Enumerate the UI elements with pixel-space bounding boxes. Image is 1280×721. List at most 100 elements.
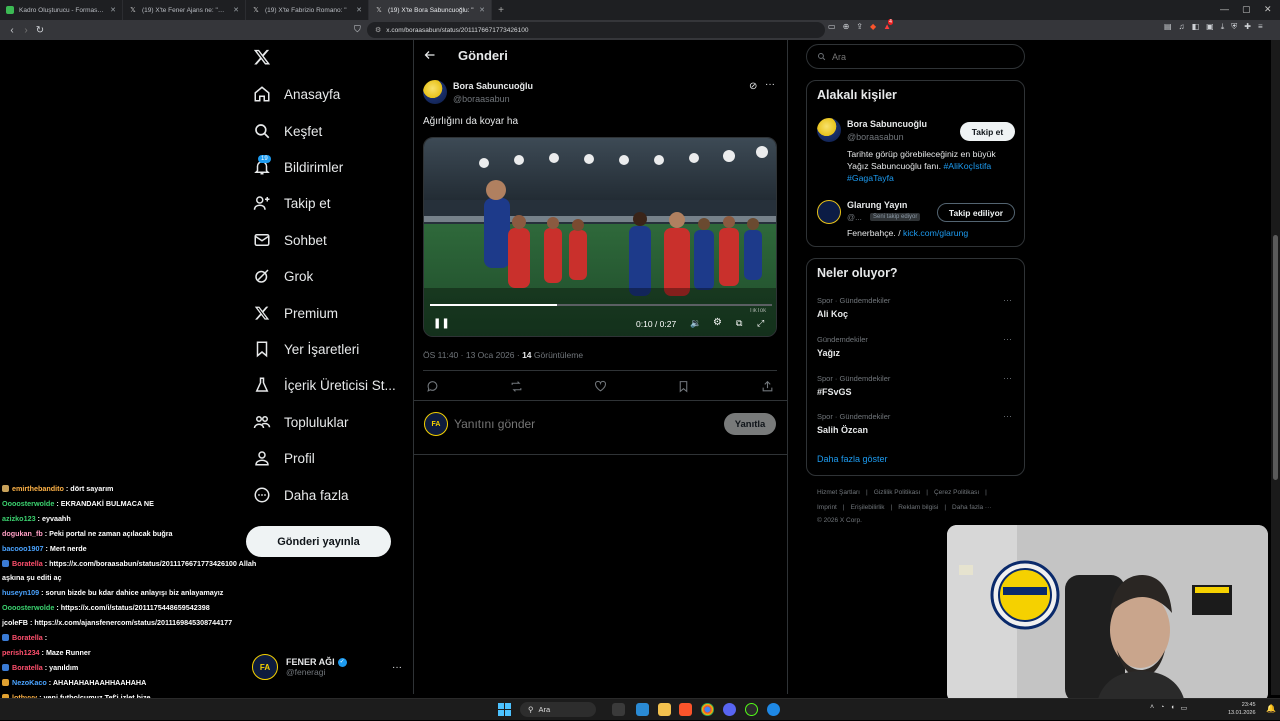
sidebar-item-messages[interactable]: Sohbet (252, 226, 327, 254)
trend-item[interactable]: Spor · Gündemdekiler Ali Koç (817, 296, 1017, 319)
sidebar-icon[interactable]: ▤ (1164, 22, 1172, 32)
forward-icon[interactable]: › (19, 23, 33, 37)
volume-icon[interactable]: ◖ (1170, 704, 1174, 712)
footer-link[interactable]: Gizlilik Politikası (874, 489, 921, 496)
discord-icon[interactable] (723, 703, 736, 716)
related-person-name[interactable]: Glarung Yayın (847, 200, 907, 210)
address-bar[interactable]: ⚙ x.com/boraasabun/status/20111766717734… (367, 22, 825, 38)
repost-icon[interactable] (510, 380, 523, 398)
follow-button[interactable]: Takip et (960, 122, 1015, 141)
chevron-up-icon[interactable]: ˄ (1150, 704, 1154, 712)
extensions-icon[interactable]: ✚ (1244, 22, 1251, 32)
footer-link[interactable]: Hizmet Şartları (817, 489, 860, 496)
reader-icon[interactable]: ◧ (1192, 22, 1200, 32)
author-avatar[interactable] (423, 80, 447, 104)
file-explorer-icon[interactable] (658, 703, 671, 716)
pause-icon[interactable]: ❚❚ (433, 318, 450, 329)
trend-item[interactable]: Spor · Gündemdekiler Salih Özcan (817, 412, 1017, 435)
bio-link[interactable]: kick.com/glarung (903, 228, 968, 238)
zoom-icon[interactable]: ⊕ (843, 22, 850, 31)
x-logo-icon[interactable] (253, 48, 273, 68)
close-icon[interactable]: ✕ (110, 6, 116, 14)
brave-rewards-icon[interactable]: ▲ 4 (883, 19, 893, 31)
show-more-link[interactable]: Daha fazla göster (817, 454, 888, 464)
author-handle[interactable]: @boraasabun (453, 94, 510, 104)
volume-icon[interactable]: 🔉 (690, 318, 701, 329)
post-timestamp[interactable]: ÖS 11:40 · 13 Oca 2026 · (423, 350, 522, 360)
close-icon[interactable]: ✕ (233, 6, 239, 14)
reply-input[interactable] (454, 414, 704, 434)
task-view-icon[interactable] (612, 703, 625, 716)
avatar[interactable] (817, 118, 841, 142)
chrome-icon[interactable] (701, 703, 714, 716)
reload-icon[interactable]: ↻ (33, 23, 47, 37)
sidebar-item-notifications[interactable]: 19 Bildirimler (252, 153, 343, 181)
notification-bell-icon[interactable]: 🔔 (1266, 704, 1276, 713)
more-icon[interactable]: ··· (1003, 295, 1012, 305)
sidebar-item-bookmarks[interactable]: Yer İşaretleri (252, 335, 359, 363)
sidebar-item-follow[interactable]: Takip et (252, 189, 331, 217)
bookmark-page-icon[interactable]: ⛉ (354, 24, 361, 35)
bookmark-post-icon[interactable] (677, 380, 690, 398)
more-icon[interactable]: ··· (1003, 373, 1012, 383)
search-input[interactable] (832, 51, 1012, 62)
close-icon[interactable]: ✕ (479, 6, 485, 14)
scrollbar-thumb[interactable] (1273, 235, 1278, 480)
hashtag-link[interactable]: #GagaTayfa (847, 173, 894, 183)
battery-icon[interactable]: ▭ (1181, 704, 1188, 712)
close-window-icon[interactable]: ✕ (1264, 4, 1272, 15)
sidebar-item-grok[interactable]: Grok (252, 262, 313, 290)
settings-gear-icon[interactable]: ⚙ (713, 317, 722, 328)
sidebar-item-profile[interactable]: Profil (252, 444, 315, 472)
browser-tab[interactable]: Kadro Oluşturucu - Formasyonlar ve ✕ (0, 0, 123, 20)
related-person-name[interactable]: Bora Sabuncuoğlu (847, 119, 927, 129)
footer-link[interactable]: Imprint (817, 504, 837, 511)
wallet-icon[interactable]: ▣ (1206, 22, 1214, 32)
music-icon[interactable]: ♫ (1179, 22, 1185, 32)
more-options-icon[interactable]: ··· (765, 79, 775, 90)
footer-link[interactable]: Çerez Politikası (934, 489, 979, 496)
browser-tab[interactable]: 𝕏 (19) X'te Fener Ajans ne: "Fenerbahçe ✕ (123, 0, 246, 20)
app-icon[interactable] (767, 703, 780, 716)
site-info-icon[interactable]: ⚙ (375, 26, 381, 34)
reply-icon[interactable] (426, 380, 439, 398)
obs-icon[interactable] (745, 703, 758, 716)
hashtag-link[interactable]: #AliKoçİstifa (943, 161, 991, 171)
download-icon[interactable]: ⤓ (1221, 22, 1225, 32)
page-scrollbar[interactable] (1271, 40, 1280, 695)
sidebar-item-communities[interactable]: Topluluklar (252, 408, 349, 436)
more-icon[interactable]: ··· (392, 662, 402, 673)
post-video[interactable]: ❚❚ 0:10 / 0:27 🔉 ⚙ ⧉ ⤢ TikTok (423, 137, 777, 337)
footer-link[interactable]: Erişilebilirlik (851, 504, 885, 511)
trend-item[interactable]: Gündemdekiler Yağız (817, 335, 1017, 358)
browser-tab-active[interactable]: 𝕏 (19) X'te Bora Sabuncuoğlu: " ✕ (369, 0, 492, 20)
pip-icon[interactable]: ⧉ (736, 318, 742, 329)
browser-tab[interactable]: 𝕏 (19) X'te Fabrizio Romano: " ✕ (246, 0, 369, 20)
share-icon[interactable]: ⇪ (856, 22, 863, 31)
brave-shield-icon[interactable]: ◆ (870, 22, 876, 31)
avatar[interactable] (817, 200, 841, 224)
minimize-icon[interactable]: — (1220, 4, 1229, 14)
share-post-icon[interactable] (761, 380, 774, 398)
wifi-icon[interactable]: ◔ (1160, 704, 1164, 712)
reply-button[interactable]: Yanıtla (724, 413, 776, 435)
sidebar-item-creator-studio[interactable]: İçerik Üreticisi St... (252, 371, 396, 399)
taskbar-search[interactable]: ⚲ Ara (520, 702, 596, 717)
windows-start-icon[interactable] (498, 703, 511, 716)
fullscreen-icon[interactable]: ⤢ (757, 318, 764, 329)
new-tab-button[interactable]: + (492, 0, 510, 20)
clock[interactable]: 23:45 13.01.2026 (1228, 701, 1256, 717)
like-icon[interactable] (594, 380, 607, 398)
cast-icon[interactable]: ▭ (828, 22, 836, 31)
sidebar-item-premium[interactable]: Premium (252, 299, 338, 327)
footer-link[interactable]: Reklam bilgisi (898, 504, 938, 511)
author-name[interactable]: Bora Sabuncuoğlu (453, 81, 533, 91)
close-icon[interactable]: ✕ (356, 6, 362, 14)
brave-icon[interactable] (679, 703, 692, 716)
back-arrow-icon[interactable] (424, 49, 436, 64)
more-icon[interactable]: ··· (1003, 411, 1012, 421)
vpn-icon[interactable]: ⛨ (1231, 22, 1237, 32)
related-person-handle[interactable]: @boraasabun (847, 132, 904, 142)
sidebar-item-explore[interactable]: Keşfet (252, 117, 322, 145)
following-button[interactable]: Takip ediliyor (937, 203, 1015, 222)
